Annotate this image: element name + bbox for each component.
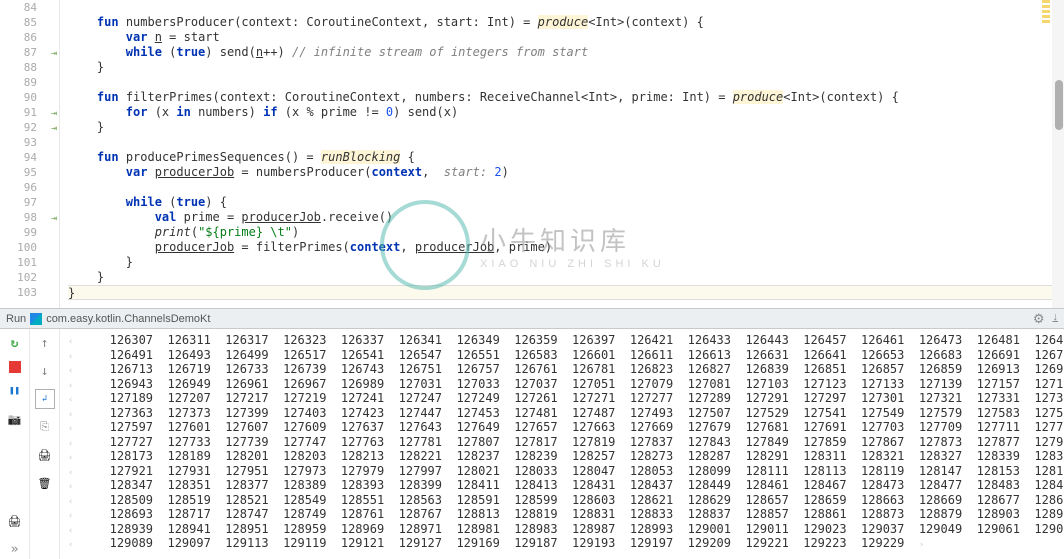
marker-strip [1042, 0, 1050, 25]
line-number[interactable]: 89 [0, 75, 59, 90]
more-button[interactable] [5, 539, 25, 559]
line-number[interactable]: 85 [0, 15, 59, 30]
line-number[interactable]: 92⇥ [0, 120, 59, 135]
stop-button[interactable] [9, 361, 21, 373]
expand-icon[interactable]: › [919, 540, 924, 550]
rerun-button[interactable] [5, 333, 25, 353]
line-number[interactable]: 97 [0, 195, 59, 210]
code-area[interactable]: fun numbersProducer(context: CoroutineCo… [60, 0, 1064, 308]
console-line: ‹ 126491 126493 126499 126517 126541 126… [68, 348, 1064, 363]
gutter-lambda-icon[interactable]: ⇥ [45, 211, 57, 223]
console-line: ‹ 126943 126949 126961 126967 126989 127… [68, 377, 1064, 392]
gutter-lambda-icon[interactable]: ⇥ [45, 106, 57, 118]
soft-wrap-button[interactable] [35, 389, 55, 409]
line-number[interactable]: 99 [0, 225, 59, 240]
run-tool-column-2 [30, 329, 60, 559]
line-number[interactable]: 91⇥ [0, 105, 59, 120]
output-pane: ‹ 126307 126311 126317 126323 126337 126… [0, 329, 1064, 559]
clear-button[interactable] [35, 473, 55, 493]
console-line: ‹ 128347 128351 128377 128389 128393 128… [68, 478, 1064, 493]
line-number[interactable]: 86 [0, 30, 59, 45]
gear-icon[interactable] [1033, 311, 1045, 327]
fold-icon[interactable]: ‹ [68, 538, 88, 553]
gutter: 84858687⇥88899091⇥92⇥939495969798⇥991001… [0, 0, 60, 308]
run-tool-column-1 [0, 329, 30, 559]
scroll-end-button[interactable] [35, 417, 55, 437]
print-button[interactable] [35, 445, 55, 465]
line-number[interactable]: 94 [0, 150, 59, 165]
line-number[interactable]: 88 [0, 60, 59, 75]
down-stack-button[interactable] [35, 361, 55, 381]
line-number[interactable]: 93 [0, 135, 59, 150]
line-number[interactable]: 96 [0, 180, 59, 195]
console-line: ‹ 127921 127931 127951 127973 127979 127… [68, 464, 1064, 479]
console-line: ‹ 128509 128519 128521 128549 128551 128… [68, 493, 1064, 508]
console-line: ‹ 128693 128717 128747 128749 128761 128… [68, 507, 1064, 522]
editor-pane: 84858687⇥88899091⇥92⇥939495969798⇥991001… [0, 0, 1064, 308]
console-line: ‹ 126713 126719 126733 126739 126743 126… [68, 362, 1064, 377]
up-stack-button[interactable] [35, 333, 55, 353]
line-number[interactable]: 90 [0, 90, 59, 105]
vertical-scrollbar[interactable] [1052, 0, 1064, 308]
console-line: ‹ 128173 128189 128201 128203 128213 128… [68, 449, 1064, 464]
run-toolbar: Run com.easy.kotlin.ChannelsDemoKt [0, 308, 1064, 329]
console-line: ‹ 126307 126311 126317 126323 126337 126… [68, 333, 1064, 348]
gutter-lambda-icon[interactable]: ⇥ [45, 46, 57, 58]
line-number[interactable]: 103 [0, 285, 59, 300]
line-number[interactable]: 87⇥ [0, 45, 59, 60]
export-icon[interactable] [1053, 311, 1059, 327]
line-number[interactable]: 84 [0, 0, 59, 15]
console-line: ‹ 128939 128941 128951 128959 128969 128… [68, 522, 1064, 537]
line-number[interactable]: 95 [0, 165, 59, 180]
line-number[interactable]: 102 [0, 270, 59, 285]
run-config-name[interactable]: com.easy.kotlin.ChannelsDemoKt [46, 313, 210, 325]
console-line: ‹ 129089 129097 129113 129119 129121 129… [68, 536, 1064, 551]
layout-button[interactable] [5, 511, 25, 531]
dump-threads-button[interactable] [5, 409, 25, 429]
console-line: ‹ 127727 127733 127739 127747 127763 127… [68, 435, 1064, 450]
console-line: ‹ 127189 127207 127217 127219 127241 127… [68, 391, 1064, 406]
line-number[interactable]: 100 [0, 240, 59, 255]
scroll-thumb[interactable] [1055, 80, 1063, 130]
console-output[interactable]: ‹ 126307 126311 126317 126323 126337 126… [60, 329, 1064, 559]
pause-button[interactable] [5, 381, 25, 401]
console-line: ‹ 127363 127373 127399 127403 127423 127… [68, 406, 1064, 421]
kotlin-icon [30, 313, 42, 325]
console-line: ‹ 127597 127601 127607 127609 127637 127… [68, 420, 1064, 435]
gutter-lambda-icon[interactable]: ⇥ [45, 121, 57, 133]
line-number[interactable]: 98⇥ [0, 210, 59, 225]
run-label: Run [6, 313, 26, 325]
line-number[interactable]: 101 [0, 255, 59, 270]
